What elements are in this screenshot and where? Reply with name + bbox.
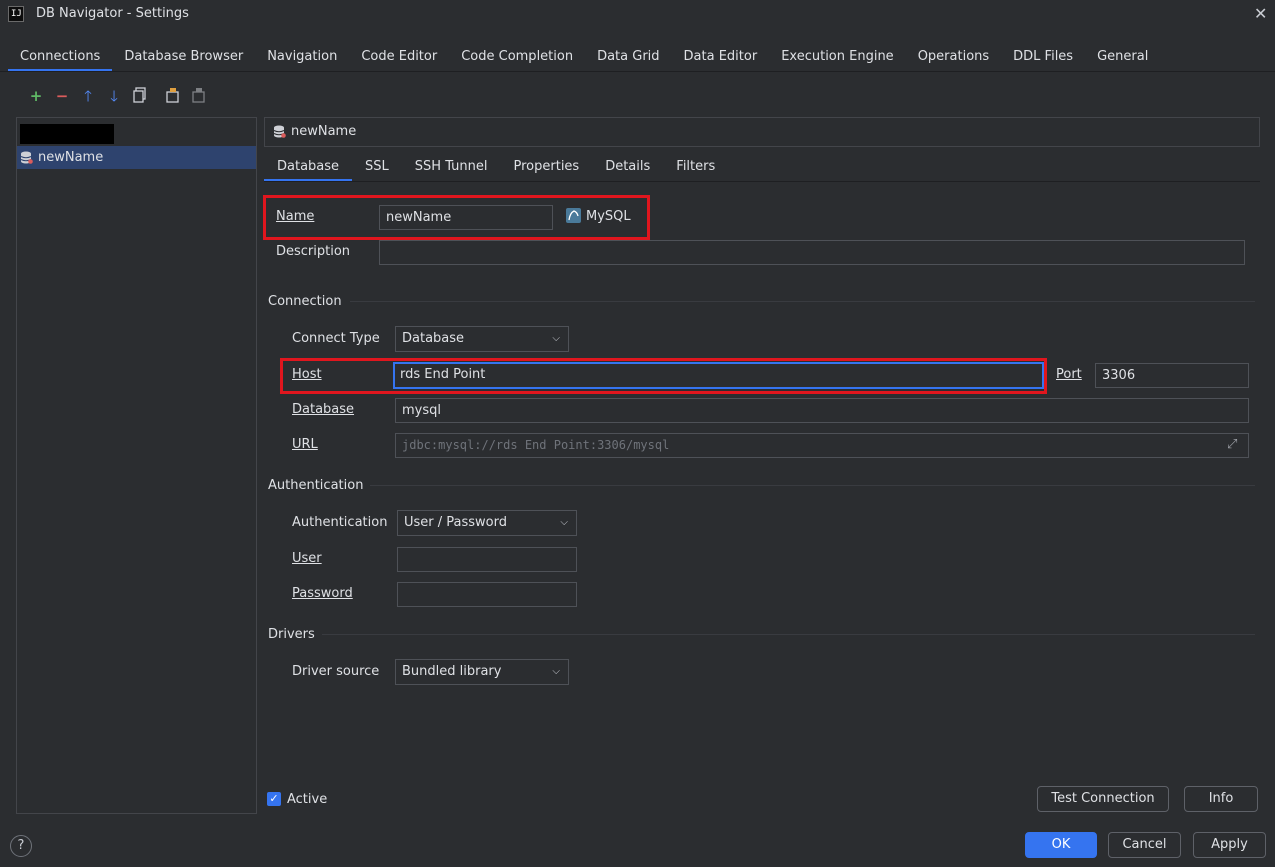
name-label: Name [276, 209, 315, 224]
name-input[interactable]: newName [379, 205, 553, 230]
close-icon[interactable]: ✕ [1254, 4, 1267, 23]
tab-data-grid[interactable]: Data Grid [585, 44, 671, 72]
driver-source-value: Bundled library [402, 664, 502, 679]
tab-code-editor[interactable]: Code Editor [349, 44, 449, 72]
test-connection-button[interactable]: Test Connection [1037, 786, 1169, 812]
section-separator [350, 301, 1255, 302]
chevron-down-icon: ⌵ [560, 517, 568, 528]
password-label: Password [292, 586, 353, 601]
connect-type-value: Database [402, 331, 465, 346]
settings-tabs: Connections Database Browser Navigation … [8, 44, 1160, 72]
subtab-database[interactable]: Database [264, 156, 353, 182]
add-icon[interactable]: + [27, 87, 45, 105]
subtab-details[interactable]: Details [592, 156, 663, 182]
driver-source-label: Driver source [292, 664, 380, 679]
import-icon[interactable] [190, 87, 208, 105]
expand-icon[interactable]: ⤢ [1227, 437, 1237, 452]
section-separator [370, 485, 1255, 486]
description-label: Description [276, 244, 351, 259]
mysql-icon [566, 208, 581, 223]
ok-button[interactable]: OK [1025, 832, 1097, 858]
tab-operations[interactable]: Operations [906, 44, 1001, 72]
user-input[interactable] [397, 547, 577, 572]
tab-execution-engine[interactable]: Execution Engine [769, 44, 905, 72]
chevron-down-icon: ⌵ [552, 333, 560, 344]
database-icon [273, 125, 286, 142]
port-input[interactable]: 3306 [1095, 363, 1249, 388]
cancel-button[interactable]: Cancel [1108, 832, 1181, 858]
subtabs-divider [264, 181, 1260, 182]
move-up-icon[interactable]: 🡑 [79, 87, 97, 105]
host-input[interactable]: rds End Point [393, 362, 1044, 389]
subtab-ssl[interactable]: SSL [352, 156, 402, 182]
active-label: Active [287, 792, 328, 807]
tabs-divider [0, 71, 1275, 72]
connect-type-select[interactable]: Database ⌵ [395, 326, 569, 352]
authentication-label: Authentication [292, 515, 388, 530]
connect-type-label: Connect Type [292, 331, 380, 346]
tab-connections[interactable]: Connections [8, 44, 113, 72]
drivers-section-title: Drivers [268, 627, 315, 642]
connection-header-title: newName [291, 124, 357, 139]
host-label: Host [292, 367, 322, 382]
tab-database-browser[interactable]: Database Browser [112, 44, 255, 72]
app-icon: IJ [8, 6, 24, 22]
export-icon[interactable] [164, 87, 182, 105]
url-label: URL [292, 437, 318, 452]
subtab-filters[interactable]: Filters [663, 156, 728, 182]
tab-navigation[interactable]: Navigation [255, 44, 349, 72]
move-down-icon[interactable]: 🡓 [105, 87, 123, 105]
authentication-value: User / Password [404, 515, 507, 530]
tab-ddl-files[interactable]: DDL Files [1001, 44, 1085, 72]
copy-icon[interactable] [131, 87, 149, 105]
connection-subtabs: Database SSL SSH Tunnel Properties Detai… [264, 156, 728, 182]
subtab-ssh-tunnel[interactable]: SSH Tunnel [402, 156, 501, 182]
remove-icon[interactable]: − [53, 87, 71, 105]
window-title: DB Navigator - Settings [36, 6, 189, 21]
title-bar: IJ DB Navigator - Settings ✕ [0, 0, 1275, 30]
database-label: Database [292, 402, 355, 417]
db-type-label: MySQL [586, 209, 631, 224]
port-label: Port [1056, 367, 1082, 382]
url-field[interactable]: jdbc:mysql://rds End Point:3306/mysql [395, 433, 1249, 458]
help-button[interactable]: ? [10, 835, 32, 857]
connections-tree [16, 117, 257, 814]
database-icon [20, 151, 33, 168]
active-checkbox[interactable]: ✓ [267, 792, 281, 806]
apply-button[interactable]: Apply [1193, 832, 1266, 858]
database-input[interactable]: mysql [395, 398, 1249, 423]
redacted-connection-item[interactable] [20, 124, 114, 144]
driver-source-select[interactable]: Bundled library ⌵ [395, 659, 569, 685]
authentication-section-title: Authentication [268, 478, 364, 493]
authentication-select[interactable]: User / Password ⌵ [397, 510, 577, 536]
connection-header [264, 117, 1260, 147]
connection-section-title: Connection [268, 294, 342, 309]
chevron-down-icon: ⌵ [552, 666, 560, 677]
password-input[interactable] [397, 582, 577, 607]
tab-code-completion[interactable]: Code Completion [449, 44, 585, 72]
description-input[interactable] [379, 240, 1245, 265]
tab-data-editor[interactable]: Data Editor [672, 44, 770, 72]
tab-general[interactable]: General [1085, 44, 1160, 72]
tree-item-label: newName [38, 150, 104, 165]
subtab-properties[interactable]: Properties [501, 156, 593, 182]
section-separator [322, 634, 1255, 635]
info-button[interactable]: Info [1184, 786, 1258, 812]
user-label: User [292, 551, 322, 566]
